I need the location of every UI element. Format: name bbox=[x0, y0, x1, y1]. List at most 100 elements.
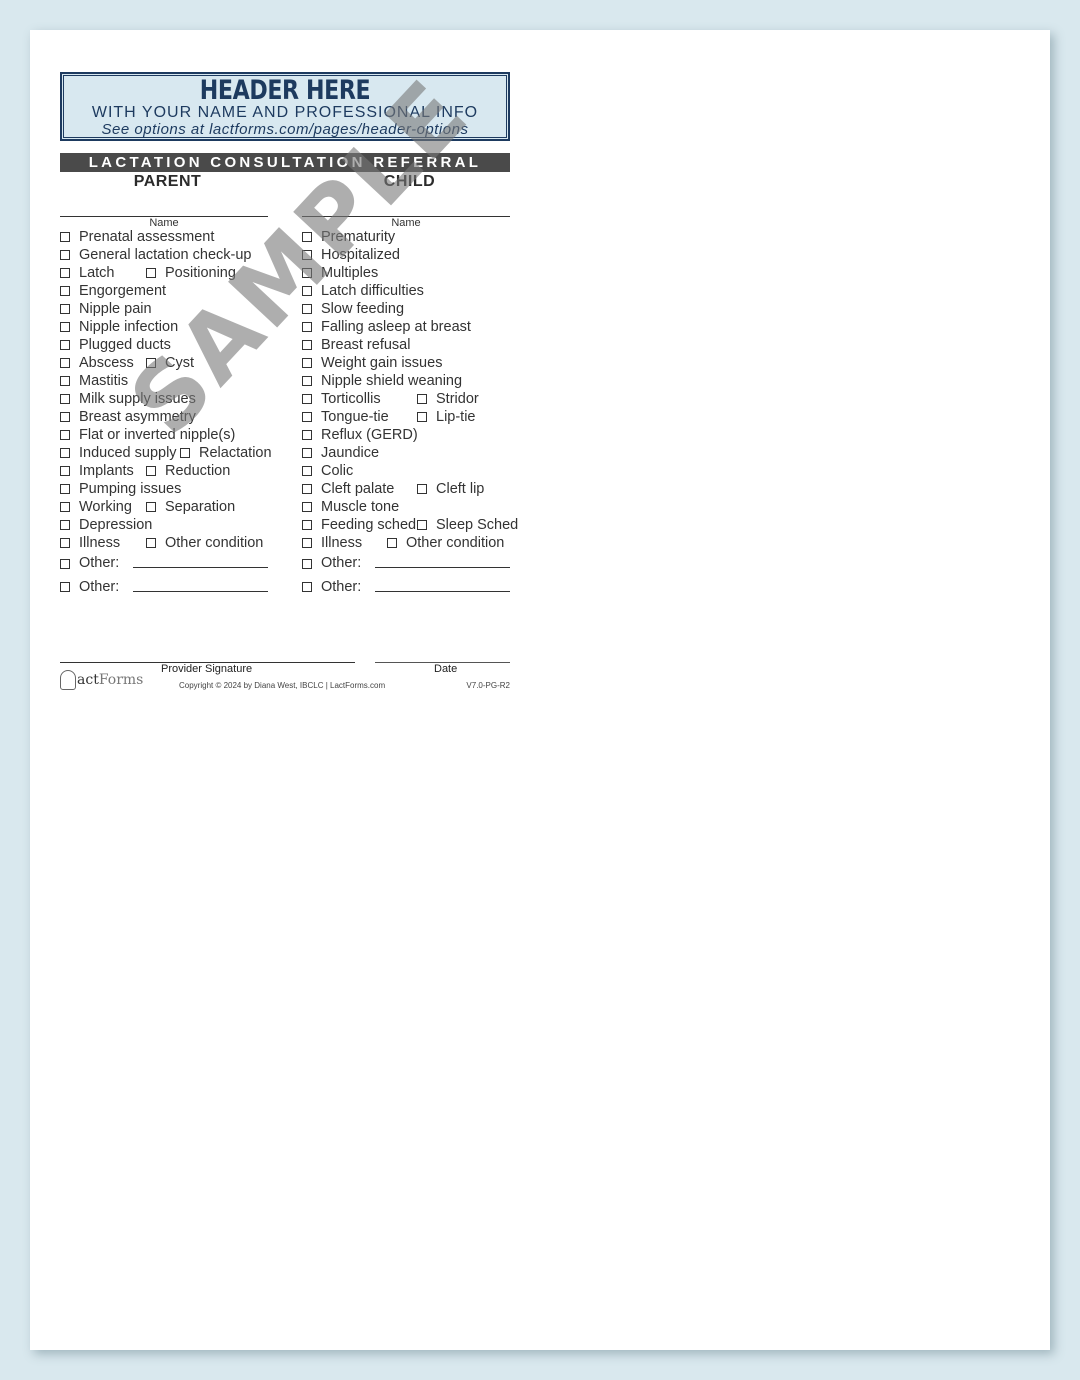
child-other-checkbox-item[interactable]: Other: bbox=[302, 576, 361, 600]
checkbox[interactable] bbox=[302, 250, 312, 260]
child-checkbox-item[interactable]: Muscle tone bbox=[302, 498, 399, 516]
child-other-input-line[interactable] bbox=[375, 590, 510, 592]
checkbox[interactable] bbox=[302, 322, 312, 332]
parent-checkbox-item[interactable]: Positioning bbox=[146, 264, 236, 282]
parent-other-checkbox-item[interactable]: Other: bbox=[60, 576, 119, 600]
checkbox[interactable] bbox=[146, 268, 156, 278]
checkbox[interactable] bbox=[60, 484, 70, 494]
parent-checkbox-item[interactable]: Separation bbox=[146, 498, 235, 516]
checkbox[interactable] bbox=[60, 412, 70, 422]
checkbox[interactable] bbox=[302, 394, 312, 404]
checkbox[interactable] bbox=[146, 358, 156, 368]
checkbox[interactable] bbox=[60, 304, 70, 314]
checkbox[interactable] bbox=[302, 376, 312, 386]
parent-checkbox-item[interactable]: Cyst bbox=[146, 354, 194, 372]
checkbox[interactable] bbox=[60, 520, 70, 530]
child-checkbox-item[interactable]: Breast refusal bbox=[302, 336, 410, 354]
parent-checkbox-item[interactable]: Reduction bbox=[146, 462, 230, 480]
checkbox[interactable] bbox=[302, 232, 312, 242]
parent-checkbox-item[interactable]: Illness bbox=[60, 534, 120, 552]
checkbox[interactable] bbox=[302, 304, 312, 314]
checkbox[interactable] bbox=[146, 538, 156, 548]
checkbox[interactable] bbox=[302, 448, 312, 458]
checkbox[interactable] bbox=[417, 484, 427, 494]
parent-other-input-line[interactable] bbox=[133, 590, 268, 592]
checkbox[interactable] bbox=[417, 394, 427, 404]
child-checkbox-item[interactable]: Reflux (GERD) bbox=[302, 426, 418, 444]
checkbox[interactable] bbox=[302, 558, 312, 569]
child-checkbox-item[interactable]: Cleft lip bbox=[417, 480, 484, 498]
checkbox[interactable] bbox=[146, 466, 156, 476]
checkbox[interactable] bbox=[60, 340, 70, 350]
checkbox[interactable] bbox=[60, 430, 70, 440]
checkbox[interactable] bbox=[302, 502, 312, 512]
checkbox[interactable] bbox=[60, 582, 70, 593]
child-checkbox-item[interactable]: Weight gain issues bbox=[302, 354, 442, 372]
checkbox[interactable] bbox=[417, 412, 427, 422]
child-checkbox-item[interactable]: Nipple shield weaning bbox=[302, 372, 462, 390]
checkbox[interactable] bbox=[302, 582, 312, 593]
parent-checkbox-item[interactable]: Latch bbox=[60, 264, 114, 282]
parent-checkbox-item[interactable]: Induced supply bbox=[60, 444, 177, 462]
parent-checkbox-item[interactable]: Depression bbox=[60, 516, 152, 534]
parent-checkbox-item[interactable]: Implants bbox=[60, 462, 134, 480]
child-other-input-line[interactable] bbox=[375, 567, 510, 568]
child-checkbox-item[interactable]: Feeding sched bbox=[302, 516, 416, 534]
checkbox[interactable] bbox=[180, 448, 190, 458]
parent-checkbox-item[interactable]: Other condition bbox=[146, 534, 263, 552]
parent-checkbox-item[interactable]: Milk supply issues bbox=[60, 390, 196, 408]
parent-checkbox-item[interactable]: Mastitis bbox=[60, 372, 128, 390]
checkbox[interactable] bbox=[60, 358, 70, 368]
parent-checkbox-item[interactable]: Engorgement bbox=[60, 282, 166, 300]
header-options-link[interactable]: See options at lactforms.com/pages/heade… bbox=[62, 121, 508, 138]
checkbox[interactable] bbox=[302, 358, 312, 368]
parent-checkbox-item[interactable]: Breast asymmetry bbox=[60, 408, 196, 426]
parent-other-input-line[interactable] bbox=[133, 567, 268, 568]
child-checkbox-item[interactable]: Lip-tie bbox=[417, 408, 476, 426]
parent-checkbox-item[interactable]: Nipple pain bbox=[60, 300, 152, 318]
child-checkbox-item[interactable]: Jaundice bbox=[302, 444, 379, 462]
parent-checkbox-item[interactable]: Prenatal assessment bbox=[60, 228, 214, 246]
child-other-checkbox-item[interactable]: Other: bbox=[302, 552, 361, 576]
checkbox[interactable] bbox=[302, 412, 312, 422]
checkbox[interactable] bbox=[60, 466, 70, 476]
checkbox[interactable] bbox=[60, 232, 70, 242]
child-checkbox-item[interactable]: Hospitalized bbox=[302, 246, 400, 264]
checkbox[interactable] bbox=[302, 520, 312, 530]
parent-checkbox-item[interactable]: Abscess bbox=[60, 354, 134, 372]
child-checkbox-item[interactable]: Illness bbox=[302, 534, 362, 552]
checkbox[interactable] bbox=[302, 268, 312, 278]
checkbox[interactable] bbox=[387, 538, 397, 548]
checkbox[interactable] bbox=[60, 250, 70, 260]
checkbox[interactable] bbox=[60, 394, 70, 404]
child-checkbox-item[interactable]: Colic bbox=[302, 462, 353, 480]
checkbox[interactable] bbox=[302, 430, 312, 440]
parent-checkbox-item[interactable]: Nipple infection bbox=[60, 318, 178, 336]
checkbox[interactable] bbox=[60, 502, 70, 512]
parent-checkbox-item[interactable]: Relactation bbox=[180, 444, 272, 462]
checkbox[interactable] bbox=[60, 268, 70, 278]
checkbox[interactable] bbox=[60, 558, 70, 569]
child-checkbox-item[interactable]: Torticollis bbox=[302, 390, 381, 408]
child-checkbox-item[interactable]: Multiples bbox=[302, 264, 378, 282]
parent-checkbox-item[interactable]: Pumping issues bbox=[60, 480, 181, 498]
child-checkbox-item[interactable]: Stridor bbox=[417, 390, 479, 408]
checkbox[interactable] bbox=[302, 466, 312, 476]
child-checkbox-item[interactable]: Falling asleep at breast bbox=[302, 318, 471, 336]
parent-checkbox-item[interactable]: Plugged ducts bbox=[60, 336, 171, 354]
child-checkbox-item[interactable]: Prematurity bbox=[302, 228, 395, 246]
parent-checkbox-item[interactable]: Working bbox=[60, 498, 132, 516]
checkbox[interactable] bbox=[60, 286, 70, 296]
checkbox[interactable] bbox=[302, 484, 312, 494]
child-checkbox-item[interactable]: Slow feeding bbox=[302, 300, 404, 318]
checkbox[interactable] bbox=[60, 538, 70, 548]
parent-checkbox-item[interactable]: General lactation check-up bbox=[60, 246, 252, 264]
checkbox[interactable] bbox=[302, 340, 312, 350]
checkbox[interactable] bbox=[417, 520, 427, 530]
parent-other-checkbox-item[interactable]: Other: bbox=[60, 552, 119, 576]
checkbox[interactable] bbox=[146, 502, 156, 512]
checkbox[interactable] bbox=[60, 322, 70, 332]
child-checkbox-item[interactable]: Sleep Sched bbox=[417, 516, 518, 534]
child-checkbox-item[interactable]: Cleft palate bbox=[302, 480, 394, 498]
child-checkbox-item[interactable]: Other condition bbox=[387, 534, 504, 552]
